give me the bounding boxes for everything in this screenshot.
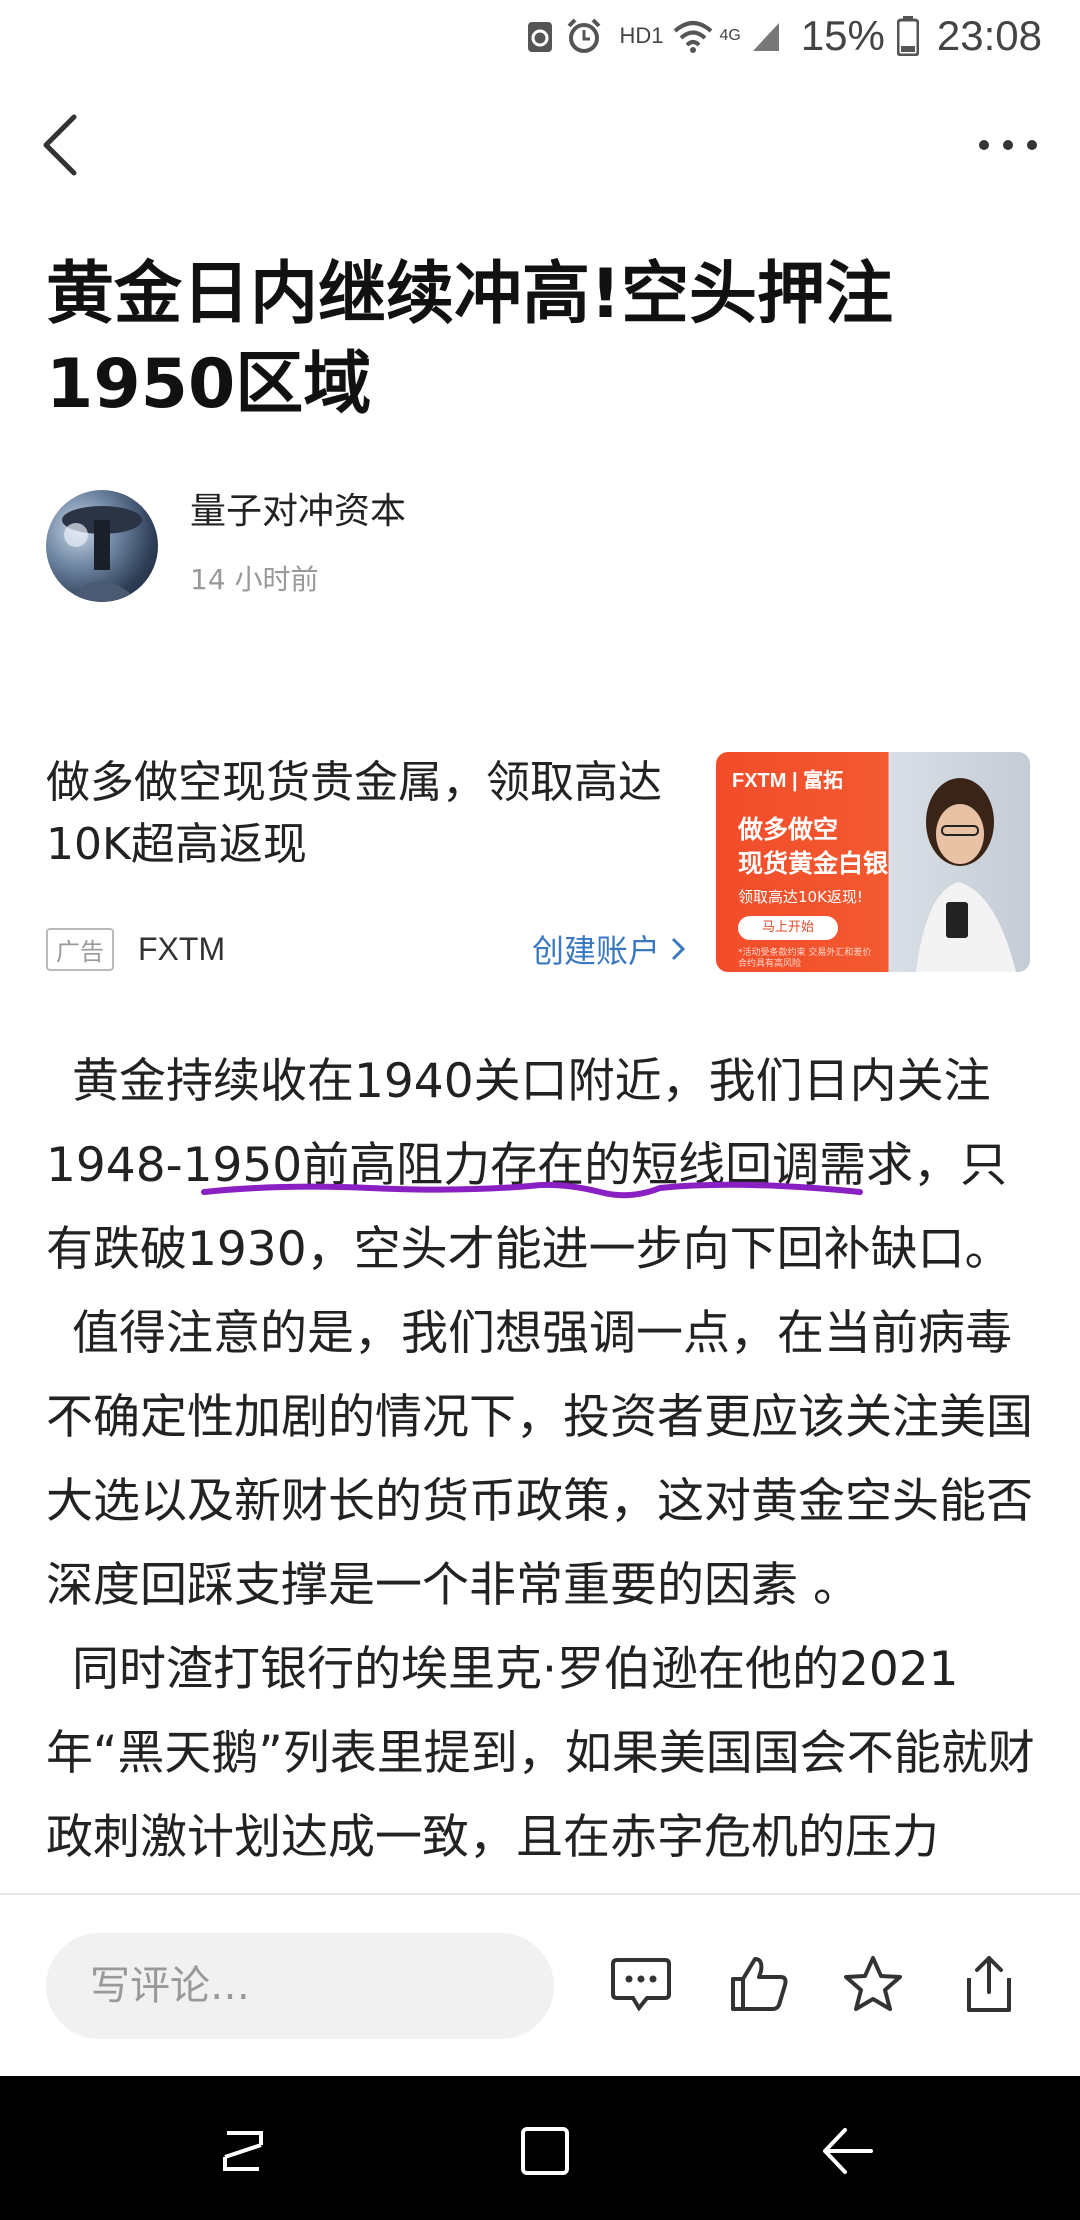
- recent-apps-button[interactable]: [208, 2116, 278, 2186]
- ad-brand: FXTM: [138, 930, 226, 967]
- home-icon: [521, 2127, 569, 2175]
- like-icon: [731, 1957, 788, 2011]
- more-button[interactable]: [960, 100, 1040, 190]
- ad-footer: 广告 FXTM 创建账户: [46, 927, 686, 971]
- comment-icon: [611, 1958, 671, 2012]
- paragraph: 值得注意的是，我们想强调一点，在当前病毒不确定性加剧的情况下，投资者更应该关注美…: [46, 1306, 1033, 1613]
- comment-button[interactable]: [606, 1949, 676, 2019]
- ad-image-line1: 做多做空: [738, 815, 839, 844]
- recycle-notification-icon: [528, 22, 553, 52]
- ad-image[interactable]: FXTM | 富拓 做多做空 现货黄金白银 领取高达10K返现! 马上开始 *活…: [716, 752, 1030, 972]
- publish-time: 14 小时前: [190, 563, 319, 596]
- clock: 23:08: [936, 12, 1042, 59]
- article-title: 黄金日内继续冲高!空头押注1950区域: [46, 255, 894, 424]
- article-body: 黄金持续收在1940关口附近，我们日内关注1948-1950前高阻力存在的短线回…: [46, 1040, 1036, 1880]
- create-account-link[interactable]: 创建账户: [532, 926, 686, 972]
- ad-person-image: [916, 778, 1016, 972]
- battery-icon: [896, 16, 919, 56]
- paragraph: 黄金持续收在1940关口附近，我们日内关注1948-1950前高阻力存在的短线回…: [46, 1054, 1012, 1277]
- signal-icon: [752, 23, 779, 51]
- avatar-image: [62, 506, 142, 602]
- back-arrow-icon: [43, 114, 77, 176]
- star-icon: [844, 1956, 902, 2011]
- ad-image-line3: 领取高达10K返现!: [738, 888, 863, 906]
- ad-headline[interactable]: 做多做空现货贵金属，领取高达10K超高返现: [46, 752, 686, 876]
- favorite-button[interactable]: [838, 1949, 908, 2019]
- network-label: 4G: [719, 27, 741, 44]
- ad-image-logo: FXTM | 富拓: [732, 770, 844, 792]
- ad-badge: 广告: [46, 927, 114, 971]
- handwritten-underline: [201, 1181, 863, 1199]
- chevron-right-icon: [671, 937, 686, 961]
- more-icon: [979, 140, 1037, 150]
- ad-image-button: 马上开始: [738, 916, 838, 940]
- system-back-button[interactable]: [812, 2116, 882, 2186]
- bottom-bar: 写评论…: [0, 1893, 1080, 2078]
- avatar[interactable]: [46, 490, 158, 602]
- author-name[interactable]: 量子对冲资本: [190, 482, 406, 534]
- hd-label: HD1: [619, 23, 664, 48]
- ad-image-line2: 现货黄金白银: [738, 849, 889, 878]
- author-row[interactable]: 量子对冲资本 14 小时前: [46, 490, 1026, 605]
- status-bar: HD1 4G 15% 23:08: [0, 0, 1080, 72]
- share-button[interactable]: [954, 1949, 1024, 2019]
- ad-card[interactable]: 做多做空现货贵金属，领取高达10K超高返现 广告 FXTM 创建账户 FXTM …: [46, 752, 1036, 974]
- wifi-icon: [674, 21, 713, 53]
- back-icon: [823, 2128, 873, 2174]
- comment-input[interactable]: 写评论…: [46, 1933, 554, 2039]
- home-button[interactable]: [510, 2116, 580, 2186]
- alarm-icon: [568, 18, 601, 53]
- recent-apps-icon: [223, 2131, 263, 2171]
- top-bar: [0, 100, 1080, 190]
- ad-image-note: *活动受条款约束 交易外汇和差价合约具有高风险: [738, 948, 872, 969]
- create-account-label: 创建账户: [531, 932, 660, 970]
- share-icon: [967, 1956, 1011, 2012]
- back-button[interactable]: [40, 100, 110, 190]
- system-nav-bar: [0, 2076, 1080, 2220]
- paragraph: 同时渣打银行的埃里克·罗伯逊在他的2021年“黑天鹅”列表里提到，如果美国国会不…: [46, 1642, 1035, 1865]
- like-button[interactable]: [724, 1949, 794, 2019]
- status-icons: HD1 4G: [525, 17, 780, 55]
- battery-percent: 15%: [800, 12, 885, 59]
